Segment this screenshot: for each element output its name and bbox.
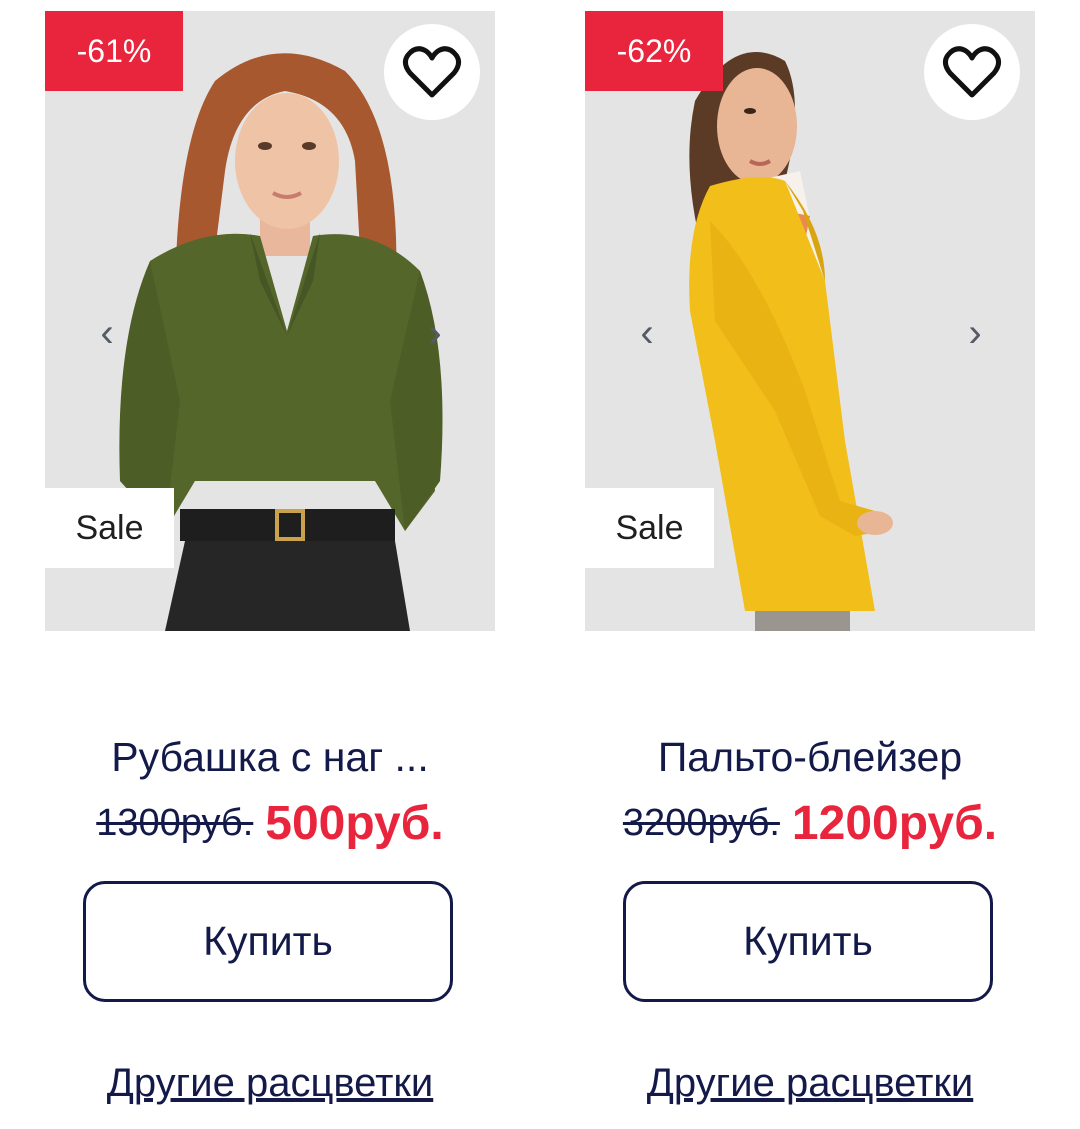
sale-label: Sale [45, 488, 174, 568]
previous-image-arrow[interactable]: ‹ [627, 307, 667, 359]
new-price: 500руб. [265, 797, 444, 850]
new-price: 1200руб. [791, 797, 998, 850]
next-image-arrow[interactable]: › [955, 307, 995, 359]
old-price: 3200руб. [622, 802, 780, 844]
next-image-arrow[interactable]: › [415, 307, 455, 359]
product-card: -62% ‹ › Sale Пальто-блейзер 3200руб. 120… [585, 11, 1035, 1129]
other-colors-link[interactable]: Другие расцветки [585, 1055, 1035, 1111]
sale-label: Sale [585, 488, 714, 568]
product-photo[interactable]: -62% ‹ › Sale [585, 11, 1035, 631]
product-photo[interactable]: -61% ‹ › Sale [45, 11, 495, 631]
price-row: 3200руб. 1200руб. [585, 796, 1035, 851]
buy-button[interactable]: Купить [623, 881, 993, 1002]
product-card: -61% ‹ › Sale Рубашка с наг ... 1300руб.… [45, 11, 495, 1129]
discount-badge: -61% [45, 11, 183, 91]
old-price: 1300руб. [96, 802, 254, 844]
discount-badge: -62% [585, 11, 723, 91]
product-title[interactable]: Пальто-блейзер [585, 729, 1035, 785]
heart-outline-icon [402, 46, 462, 98]
favorite-button[interactable] [384, 24, 480, 120]
buy-button[interactable]: Купить [83, 881, 453, 1002]
favorite-button[interactable] [924, 24, 1020, 120]
previous-image-arrow[interactable]: ‹ [87, 307, 127, 359]
product-title[interactable]: Рубашка с наг ... [45, 729, 495, 785]
price-row: 1300руб. 500руб. [45, 796, 495, 851]
other-colors-link[interactable]: Другие расцветки [45, 1055, 495, 1111]
heart-outline-icon [942, 46, 1002, 98]
